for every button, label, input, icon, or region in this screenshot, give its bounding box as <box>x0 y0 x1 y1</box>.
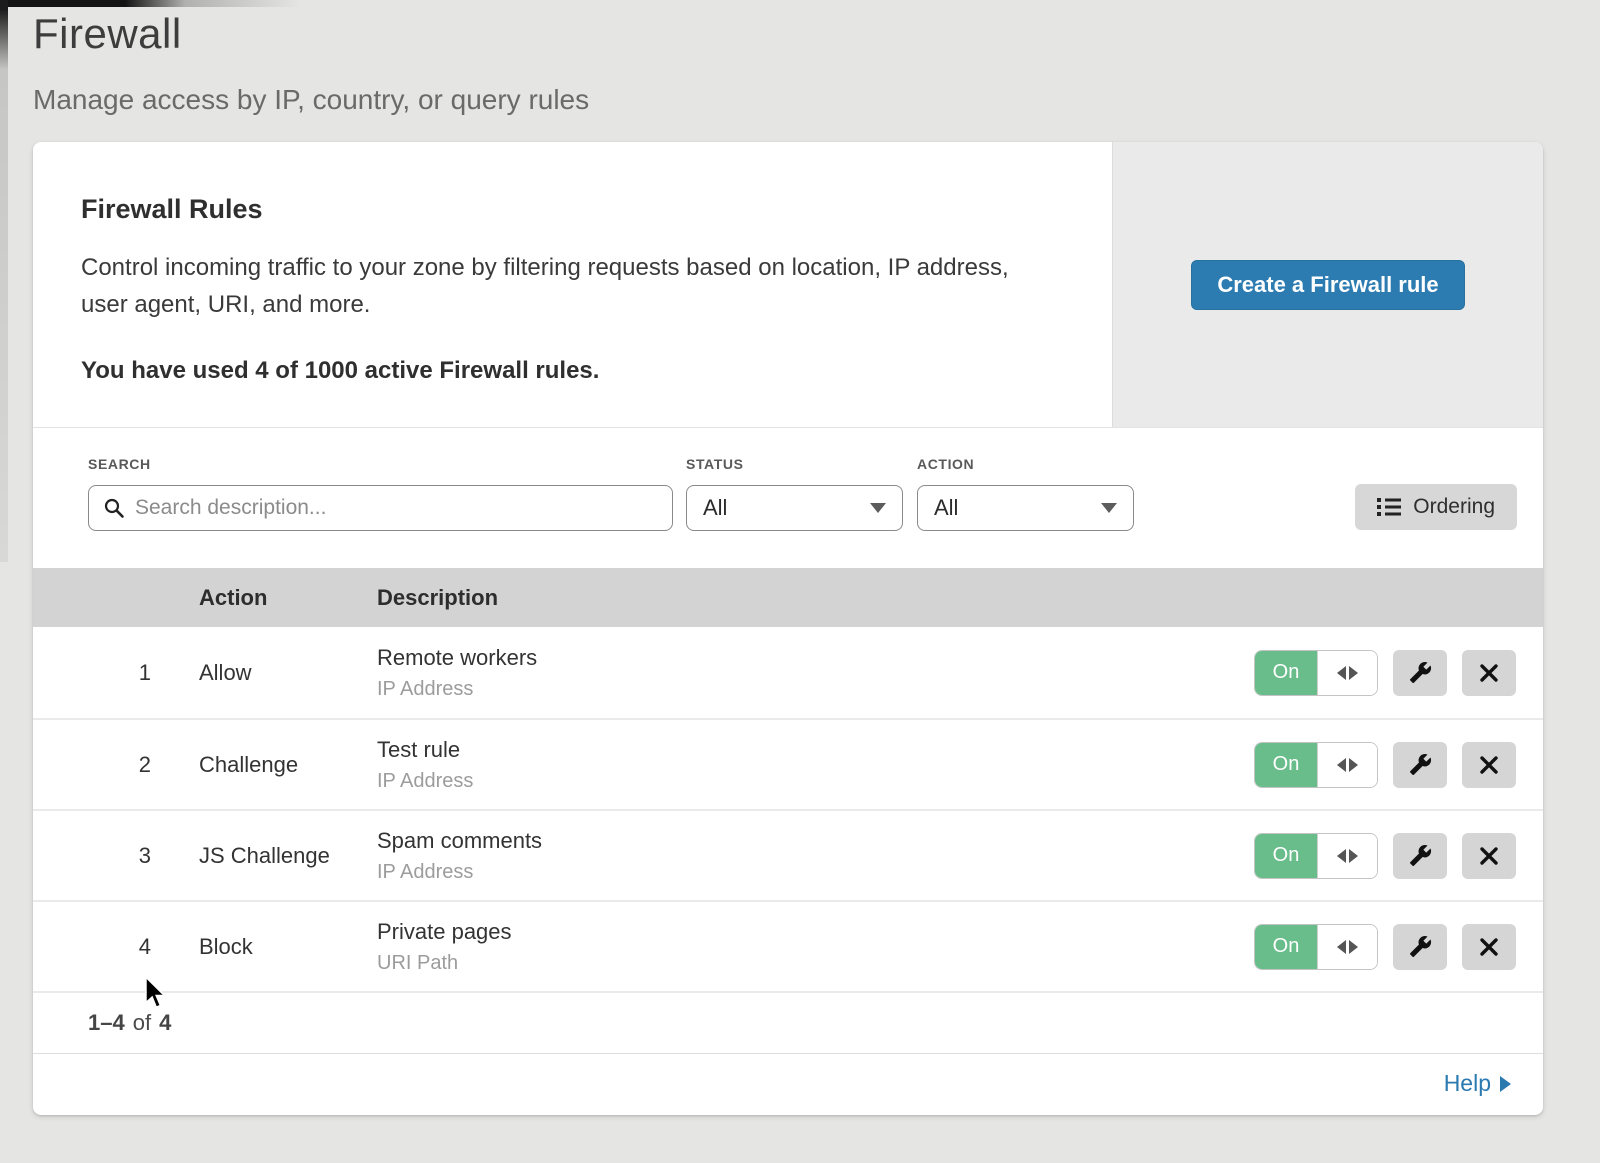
rule-action: Allow <box>199 660 377 686</box>
rule-action: Challenge <box>199 752 377 778</box>
rule-controls: On <box>1254 833 1543 879</box>
rule-controls: On <box>1254 924 1543 970</box>
toggle-on-label: On <box>1255 651 1317 695</box>
help-row: Help <box>33 1053 1543 1113</box>
toggle-arrows-icon <box>1317 925 1377 969</box>
ordering-button-label: Ordering <box>1413 495 1495 519</box>
pagination-range: 1–4 <box>88 1010 125 1036</box>
edit-rule-button[interactable] <box>1393 924 1447 970</box>
pagination: 1–4 of 4 <box>33 991 1543 1053</box>
ordered-list-icon <box>1377 497 1401 517</box>
wrench-icon <box>1409 935 1432 958</box>
rule-priority: 1 <box>33 660 199 686</box>
page-subtitle: Manage access by IP, country, or query r… <box>33 84 1600 116</box>
firewall-rules-card: Firewall Rules Control incoming traffic … <box>33 142 1543 1115</box>
edit-rule-button[interactable] <box>1393 742 1447 788</box>
window-left-edge <box>0 0 8 562</box>
triangle-right-icon <box>1500 1076 1511 1092</box>
help-link[interactable]: Help <box>1444 1070 1511 1097</box>
rule-enabled-toggle[interactable]: On <box>1254 650 1378 696</box>
action-column-header: Action <box>199 585 377 611</box>
status-select-value: All <box>703 495 727 521</box>
description-column-header: Description <box>377 585 1543 611</box>
rule-controls: On <box>1254 650 1543 696</box>
action-select[interactable]: All <box>917 485 1134 531</box>
rule-description: Test rule <box>377 737 1254 763</box>
rules-section-description: Control incoming traffic to your zone by… <box>81 249 1031 323</box>
rule-priority: 4 <box>33 934 199 960</box>
rule-action: Block <box>199 934 377 960</box>
rule-match-type: IP Address <box>377 770 1254 793</box>
rule-match-type: IP Address <box>377 678 1254 701</box>
rules-intro-section: Firewall Rules Control incoming traffic … <box>33 142 1543 428</box>
delete-rule-button[interactable] <box>1462 924 1516 970</box>
close-icon <box>1479 937 1499 957</box>
wrench-icon <box>1409 661 1432 684</box>
chevron-down-icon <box>870 503 886 513</box>
rule-enabled-toggle[interactable]: On <box>1254 924 1378 970</box>
table-row: 1 Allow Remote workers IP Address On <box>33 627 1543 718</box>
edit-rule-button[interactable] <box>1393 833 1447 879</box>
table-row: 3 JS Challenge Spam comments IP Address … <box>33 809 1543 900</box>
window-top-edge <box>0 0 340 7</box>
create-firewall-rule-button[interactable]: Create a Firewall rule <box>1191 260 1464 310</box>
action-label: ACTION <box>917 456 1134 472</box>
delete-rule-button[interactable] <box>1462 833 1516 879</box>
page-title: Firewall <box>33 10 1600 58</box>
toggle-on-label: On <box>1255 925 1317 969</box>
toggle-arrows-icon <box>1317 651 1377 695</box>
close-icon <box>1479 755 1499 775</box>
rule-description: Remote workers <box>377 645 1254 671</box>
rule-description-cell: Remote workers IP Address <box>377 645 1254 701</box>
toggle-arrows-icon <box>1317 743 1377 787</box>
rule-enabled-toggle[interactable]: On <box>1254 742 1378 788</box>
help-link-label: Help <box>1444 1070 1491 1097</box>
close-icon <box>1479 663 1499 683</box>
status-field: STATUS All <box>686 456 903 568</box>
toggle-on-label: On <box>1255 743 1317 787</box>
delete-rule-button[interactable] <box>1462 650 1516 696</box>
search-input[interactable] <box>135 496 658 520</box>
page-header: Firewall Manage access by IP, country, o… <box>0 0 1600 116</box>
rule-action: JS Challenge <box>199 843 377 869</box>
search-label: SEARCH <box>88 456 673 472</box>
rule-description: Private pages <box>377 919 1254 945</box>
pagination-total: 4 <box>159 1010 171 1036</box>
table-row: 2 Challenge Test rule IP Address On <box>33 718 1543 809</box>
status-label: STATUS <box>686 456 903 472</box>
chevron-down-icon <box>1101 503 1117 513</box>
action-select-value: All <box>934 495 958 521</box>
rule-description-cell: Test rule IP Address <box>377 737 1254 793</box>
search-input-box[interactable] <box>88 485 673 531</box>
rule-description: Spam comments <box>377 828 1254 854</box>
rule-priority: 2 <box>33 752 199 778</box>
rule-description-cell: Spam comments IP Address <box>377 828 1254 884</box>
create-rule-panel: Create a Firewall rule <box>1112 142 1543 427</box>
rule-description-cell: Private pages URI Path <box>377 919 1254 975</box>
wrench-icon <box>1409 753 1432 776</box>
search-icon <box>103 497 125 519</box>
rules-table-header: Action Description <box>33 568 1543 627</box>
toggle-arrows-icon <box>1317 834 1377 878</box>
rule-priority: 3 <box>33 843 199 869</box>
action-field: ACTION All <box>917 456 1134 568</box>
rule-controls: On <box>1254 742 1543 788</box>
wrench-icon <box>1409 844 1432 867</box>
delete-rule-button[interactable] <box>1462 742 1516 788</box>
filter-bar: SEARCH STATUS All ACTION All <box>33 428 1543 568</box>
close-icon <box>1479 846 1499 866</box>
edit-rule-button[interactable] <box>1393 650 1447 696</box>
table-row: 4 Block Private pages URI Path On <box>33 900 1543 991</box>
search-field: SEARCH <box>88 456 673 568</box>
rule-match-type: IP Address <box>377 861 1254 884</box>
status-select[interactable]: All <box>686 485 903 531</box>
pagination-of: of <box>133 1010 151 1036</box>
rule-match-type: URI Path <box>377 952 1254 975</box>
toggle-on-label: On <box>1255 834 1317 878</box>
ordering-button[interactable]: Ordering <box>1355 484 1517 530</box>
rules-section-title: Firewall Rules <box>81 194 1072 225</box>
rules-intro-text: Firewall Rules Control incoming traffic … <box>33 142 1112 427</box>
rules-usage-text: You have used 4 of 1000 active Firewall … <box>81 357 1072 385</box>
rule-enabled-toggle[interactable]: On <box>1254 833 1378 879</box>
